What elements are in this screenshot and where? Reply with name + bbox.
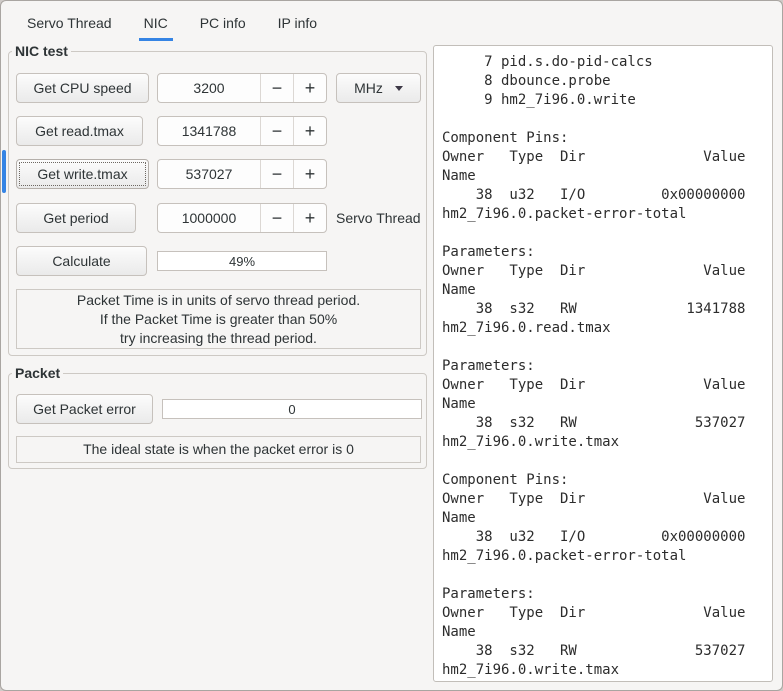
app-window: Servo Thread NIC PC info IP info NIC tes…: [0, 0, 783, 691]
calculate-button[interactable]: Calculate: [16, 246, 147, 276]
tab-nic[interactable]: NIC: [128, 1, 184, 43]
packet-error-note: The ideal state is when the packet error…: [16, 436, 421, 463]
tab-label: Servo Thread: [27, 15, 112, 31]
tab-label: PC info: [199, 15, 246, 31]
get-read-tmax-button[interactable]: Get read.tmax: [16, 116, 143, 146]
get-write-tmax-button[interactable]: Get write.tmax: [16, 159, 149, 189]
packet-time-progressbar: 49%: [157, 251, 327, 271]
read-tmax-spinbox: 1341788 − +: [157, 116, 327, 146]
cpu-speed-increment-button[interactable]: +: [293, 74, 326, 102]
left-blue-indicator: [2, 150, 6, 193]
chevron-down-icon: [394, 85, 403, 91]
hal-output-text: 7 pid.s.do-pid-calcs 8 dbounce.probe 9 h…: [442, 54, 746, 678]
write-tmax-increment-button[interactable]: +: [293, 160, 326, 188]
write-tmax-value[interactable]: 537027: [158, 160, 260, 188]
cpu-speed-spinbox: 3200 − +: [157, 73, 327, 103]
get-period-button[interactable]: Get period: [16, 203, 136, 233]
nic-test-frame-label: NIC test: [12, 43, 71, 60]
get-packet-error-button[interactable]: Get Packet error: [16, 394, 153, 424]
tab-ip-info[interactable]: IP info: [262, 1, 333, 43]
period-decrement-button[interactable]: −: [260, 204, 293, 232]
tab-label: NIC: [139, 3, 173, 41]
get-cpu-speed-button[interactable]: Get CPU speed: [16, 73, 149, 103]
packet-frame-label: Packet: [12, 365, 64, 382]
tab-label: IP info: [277, 15, 318, 31]
hal-output-panel[interactable]: 7 pid.s.do-pid-calcs 8 dbounce.probe 9 h…: [433, 45, 773, 682]
packet-time-note: Packet Time is in units of servo thread …: [16, 289, 421, 349]
mhz-unit-label: MHz: [354, 80, 383, 96]
cpu-speed-decrement-button[interactable]: −: [260, 74, 293, 102]
read-tmax-value[interactable]: 1341788: [158, 117, 260, 145]
tab-bar: Servo Thread NIC PC info IP info: [1, 1, 782, 43]
progress-label: 49%: [228, 253, 256, 269]
mhz-unit-dropdown[interactable]: MHz: [336, 73, 421, 103]
tab-servo-thread[interactable]: Servo Thread: [11, 1, 128, 43]
period-increment-button[interactable]: +: [293, 204, 326, 232]
tab-pc-info[interactable]: PC info: [184, 1, 262, 43]
cpu-speed-value[interactable]: 3200: [158, 74, 260, 102]
read-tmax-increment-button[interactable]: +: [293, 117, 326, 145]
servo-thread-label: Servo Thread: [336, 210, 421, 226]
write-tmax-spinbox: 537027 − +: [157, 159, 327, 189]
packet-frame: Packet Get Packet error 0 The ideal stat…: [8, 365, 427, 469]
packet-error-field[interactable]: 0: [162, 399, 422, 419]
period-spinbox: 1000000 − +: [157, 203, 327, 233]
read-tmax-decrement-button[interactable]: −: [260, 117, 293, 145]
period-value[interactable]: 1000000: [158, 204, 260, 232]
nic-test-frame: NIC test Get CPU speed 3200 − + MHz Get …: [8, 43, 427, 356]
write-tmax-decrement-button[interactable]: −: [260, 160, 293, 188]
